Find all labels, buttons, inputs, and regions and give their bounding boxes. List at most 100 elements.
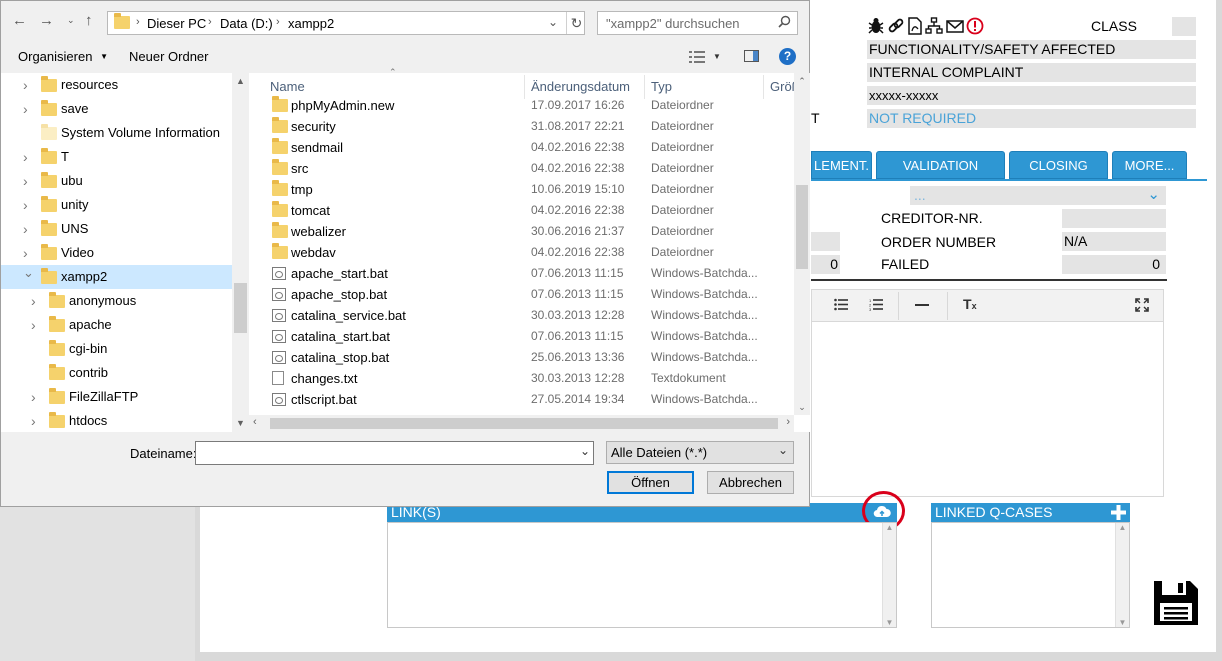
help-icon[interactable]: ? — [779, 48, 796, 65]
left-value-field[interactable]: 0 — [811, 255, 840, 274]
tree-scroll-thumb[interactable] — [234, 283, 247, 333]
file-row[interactable]: catalina_service.bat 30.03.2013 12:28 Wind… — [270, 305, 794, 326]
scroll-up-icon[interactable]: ▲ — [232, 73, 249, 90]
address-dropdown-icon[interactable]: ⌄ — [548, 15, 558, 29]
new-folder-button[interactable]: Neuer Ordner — [129, 49, 208, 64]
scroll-down-icon[interactable]: ▼ — [1116, 618, 1129, 627]
tree-item[interactable]: cgi-bin — [1, 337, 232, 361]
file-list-hscrollbar[interactable]: ‹ › — [249, 415, 794, 432]
expanded-chevron-icon[interactable]: ⌄ — [23, 261, 34, 285]
preview-pane-icon[interactable] — [744, 50, 759, 62]
status-dropdown[interactable]: ... ⌄ — [910, 186, 1166, 205]
breadcrumb-drive[interactable]: Data (D:) — [220, 16, 273, 31]
tree-item[interactable]: System Volume Information — [1, 121, 232, 145]
horizontal-line-icon[interactable] — [915, 304, 929, 306]
filename-dropdown-icon[interactable]: ⌄ — [580, 444, 590, 458]
breadcrumb-this-pc[interactable]: Dieser PC — [147, 16, 206, 31]
tree-item[interactable]: › T — [1, 145, 232, 169]
tree-item[interactable]: contrib — [1, 361, 232, 385]
breadcrumb-folder[interactable]: xampp2 — [288, 16, 334, 31]
tab-element[interactable]: LEMENT. — [811, 151, 872, 179]
tree-scrollbar[interactable]: ▲ ▼ — [232, 73, 249, 432]
column-name[interactable]: Name — [270, 77, 305, 97]
tree-item[interactable]: › UNS — [1, 217, 232, 241]
file-row[interactable]: webdav 04.02.2016 22:38 Dateiordner — [270, 242, 794, 263]
linked-qcases-scrollbar[interactable]: ▲ ▼ — [1115, 523, 1129, 627]
tree-item[interactable]: › resources — [1, 73, 232, 97]
numbered-list-icon[interactable]: 123 — [869, 298, 883, 314]
file-list-vscrollbar[interactable]: ⌃ ⌄ — [794, 73, 810, 415]
scroll-down-icon[interactable]: ▼ — [883, 618, 896, 627]
scroll-left-icon[interactable]: ‹ — [253, 416, 257, 428]
address-bar[interactable]: › Dieser PC › Data (D:) › xampp2 ⌄ ↻ — [107, 11, 585, 35]
file-type-select[interactable]: Alle Dateien (*.*) ⌄ — [606, 441, 794, 464]
scroll-down-icon[interactable]: ⌄ — [794, 399, 810, 415]
pdf-icon[interactable] — [906, 17, 924, 35]
cancel-button[interactable]: Abbrechen — [707, 471, 794, 494]
expand-chevron-icon[interactable]: › — [31, 313, 36, 337]
tab-closing[interactable]: CLOSING — [1009, 151, 1108, 179]
tree-item[interactable]: › apache — [1, 313, 232, 337]
expand-chevron-icon[interactable]: › — [23, 73, 28, 97]
tab-more[interactable]: MORE... — [1112, 151, 1187, 179]
expand-chevron-icon[interactable]: › — [31, 385, 36, 409]
alert-icon[interactable] — [966, 17, 984, 35]
column-type[interactable]: Typ — [651, 77, 672, 97]
file-row[interactable]: sendmail 04.02.2016 22:38 Dateiordner — [270, 137, 794, 158]
fullscreen-icon[interactable] — [1135, 298, 1149, 315]
forward-arrow-icon[interactable]: → — [39, 12, 54, 29]
links-scrollbar[interactable]: ▲ ▼ — [882, 523, 896, 627]
filename-input[interactable]: ⌄ — [195, 441, 594, 465]
tree-item[interactable]: › save — [1, 97, 232, 121]
mail-icon[interactable] — [946, 17, 964, 35]
scroll-up-icon[interactable]: ▲ — [1116, 523, 1129, 535]
expand-chevron-icon[interactable]: › — [23, 97, 28, 121]
column-date[interactable]: Änderungsdatum — [531, 77, 630, 97]
back-arrow-icon[interactable]: ← — [12, 12, 27, 29]
file-row[interactable]: tomcat 04.02.2016 22:38 Dateiordner — [270, 200, 794, 221]
file-row[interactable]: apache_stop.bat 07.06.2013 11:15 Windows-B… — [270, 284, 794, 305]
expand-chevron-icon[interactable]: › — [31, 289, 36, 313]
file-row[interactable]: tmp 10.06.2019 15:10 Dateiordner — [270, 179, 794, 200]
file-row[interactable]: catalina_start.bat 07.06.2013 11:15 Window… — [270, 326, 794, 347]
file-row[interactable]: src 04.02.2016 22:38 Dateiordner — [270, 158, 794, 179]
tree-item[interactable]: › anonymous — [1, 289, 232, 313]
tree-item[interactable]: › FileZillaFTP — [1, 385, 232, 409]
tree-item[interactable]: › Video — [1, 241, 232, 265]
expand-chevron-icon[interactable]: › — [23, 217, 28, 241]
bulleted-list-icon[interactable] — [834, 298, 848, 314]
order-number-field[interactable]: N/A — [1062, 232, 1166, 251]
editor-content[interactable] — [811, 322, 1164, 497]
file-row[interactable]: webalizer 30.06.2016 21:37 Dateiordner — [270, 221, 794, 242]
link-icon[interactable] — [887, 17, 905, 35]
expand-chevron-icon[interactable]: › — [23, 145, 28, 169]
tree-item[interactable]: › unity — [1, 193, 232, 217]
scroll-up-icon[interactable]: ▲ — [883, 523, 896, 535]
sitemap-icon[interactable] — [925, 17, 943, 35]
file-row[interactable]: security 31.08.2017 22:21 Dateiordner — [270, 116, 794, 137]
recent-locations-icon[interactable]: ⌄ — [67, 15, 75, 26]
clear-format-icon[interactable]: Tx — [963, 296, 977, 312]
search-icon[interactable] — [778, 15, 791, 31]
tree-item[interactable]: › htdocs — [1, 409, 232, 433]
column-size[interactable]: Größ — [770, 77, 794, 97]
creditor-field[interactable] — [1062, 209, 1166, 228]
file-scroll-thumb[interactable] — [796, 185, 808, 269]
expand-chevron-icon[interactable]: › — [23, 169, 28, 193]
open-button[interactable]: Öffnen — [607, 471, 694, 494]
view-dropdown-icon[interactable]: ▼ — [713, 52, 721, 61]
bug-icon[interactable] — [867, 17, 885, 35]
file-row[interactable]: apache_start.bat 07.06.2013 11:15 Windows-… — [270, 263, 794, 284]
tree-item[interactable]: ⌄ xampp2 — [1, 265, 232, 289]
failed-value-field[interactable]: 0 — [1062, 255, 1166, 274]
tree-item[interactable]: › ubu — [1, 169, 232, 193]
up-arrow-icon[interactable]: ↑ — [85, 12, 93, 29]
scroll-down-icon[interactable]: ▼ — [232, 415, 249, 432]
scroll-up-icon[interactable]: ⌃ — [794, 73, 810, 89]
file-row[interactable]: changes.txt 30.03.2013 12:28 Textdokument — [270, 368, 794, 389]
expand-chevron-icon[interactable]: › — [31, 409, 36, 433]
left-field-top[interactable] — [811, 232, 840, 251]
save-icon[interactable] — [1152, 579, 1200, 630]
file-row[interactable]: ctlscript.bat 27.05.2014 19:34 Windows-Bat… — [270, 389, 794, 410]
scroll-right-icon[interactable]: › — [786, 416, 790, 428]
